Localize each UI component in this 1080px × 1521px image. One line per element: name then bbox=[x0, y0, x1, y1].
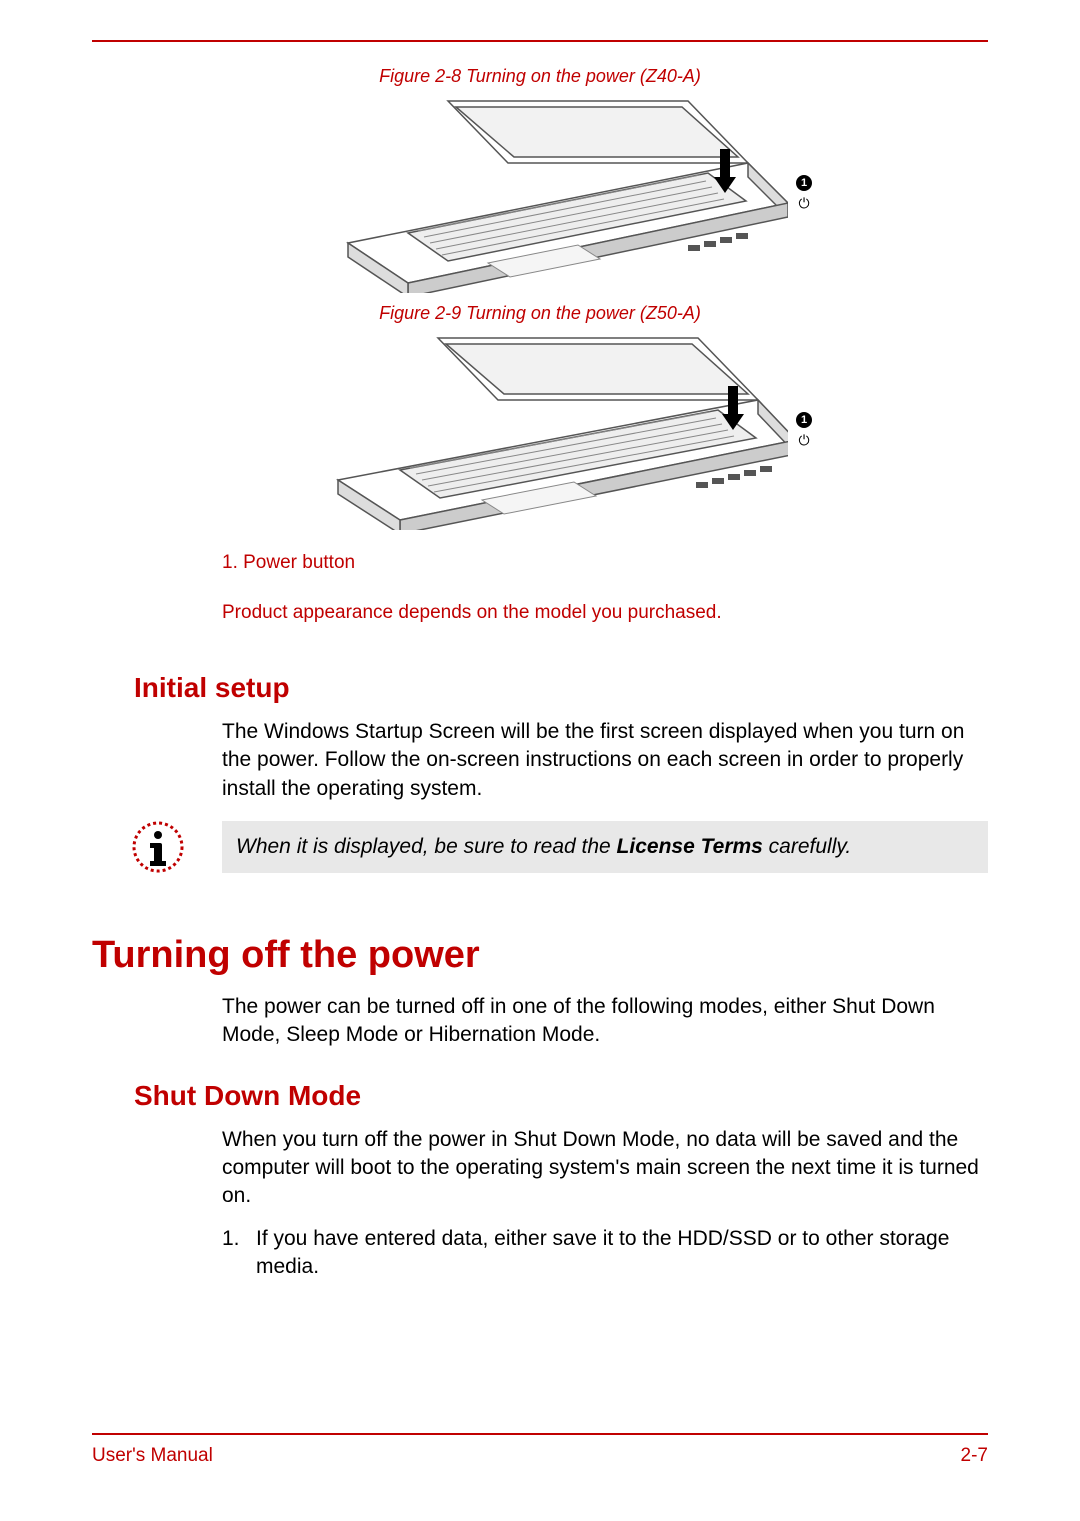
page-footer: User's Manual 2-7 bbox=[92, 1433, 988, 1467]
shut-down-body: When you turn off the power in Shut Down… bbox=[222, 1126, 988, 1211]
info-text: When it is displayed, be sure to read th… bbox=[222, 821, 988, 873]
heading-shut-down: Shut Down Mode bbox=[134, 1080, 988, 1112]
figure-1: 1 ⏻ bbox=[92, 93, 988, 293]
figure-2: 1 ⏻ bbox=[92, 330, 988, 530]
step-1: 1. If you have entered data, either save… bbox=[222, 1225, 988, 1282]
step-1-text: If you have entered data, either save it… bbox=[256, 1225, 988, 1282]
power-icon: ⏻ bbox=[798, 195, 809, 212]
figure-caption-1: Figure 2-8 Turning on the power (Z40-A) bbox=[92, 66, 988, 87]
appearance-note: Product appearance depends on the model … bbox=[222, 602, 988, 624]
initial-setup-body: The Windows Startup Screen will be the f… bbox=[222, 718, 988, 803]
heading-turning-off: Turning off the power bbox=[92, 934, 988, 977]
figure-legend: 1. Power button bbox=[222, 552, 988, 574]
info-text-pre: When it is displayed, be sure to read th… bbox=[236, 835, 617, 858]
power-icon: ⏻ bbox=[798, 432, 809, 449]
laptop-illustration-1 bbox=[268, 93, 788, 293]
info-text-post: carefully. bbox=[763, 835, 851, 858]
turning-off-intro: The power can be turned off in one of th… bbox=[222, 993, 988, 1050]
shut-down-steps: 1. If you have entered data, either save… bbox=[222, 1225, 988, 1282]
figure-caption-2: Figure 2-9 Turning on the power (Z50-A) bbox=[92, 303, 988, 324]
info-text-bold: License Terms bbox=[617, 835, 763, 858]
callout-number-2: 1 bbox=[796, 412, 812, 428]
laptop-illustration-2 bbox=[268, 330, 788, 530]
footer-left: User's Manual bbox=[92, 1445, 213, 1467]
info-callout: When it is displayed, be sure to read th… bbox=[92, 821, 988, 878]
heading-initial-setup: Initial setup bbox=[134, 672, 988, 704]
callout-number-1: 1 bbox=[796, 175, 812, 191]
footer-right: 2-7 bbox=[961, 1445, 988, 1467]
info-icon bbox=[132, 821, 184, 878]
step-1-number: 1. bbox=[222, 1225, 256, 1282]
